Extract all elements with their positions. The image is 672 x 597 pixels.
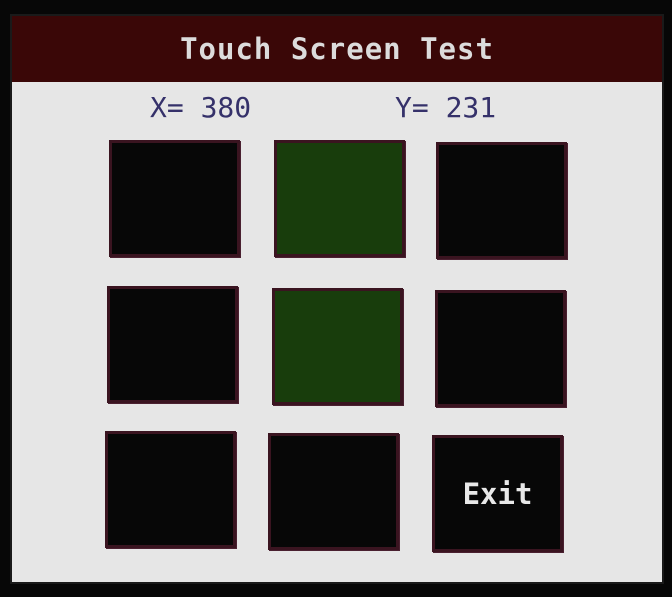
exit-button-label: Exit xyxy=(462,476,533,511)
touch-button-1[interactable] xyxy=(109,140,240,257)
touch-button-grid: Exit xyxy=(12,16,662,582)
exit-button[interactable]: Exit xyxy=(432,435,563,552)
touch-screen: Touch Screen Test X= 380 Y= 231 Exit xyxy=(12,16,662,582)
touch-button-4[interactable] xyxy=(107,286,238,403)
touch-button-7[interactable] xyxy=(105,431,236,548)
touch-button-6[interactable] xyxy=(435,290,566,407)
touch-button-8[interactable] xyxy=(268,433,399,550)
touch-button-5[interactable] xyxy=(272,288,403,405)
touch-button-2[interactable] xyxy=(274,140,405,257)
touch-button-3[interactable] xyxy=(436,142,567,259)
